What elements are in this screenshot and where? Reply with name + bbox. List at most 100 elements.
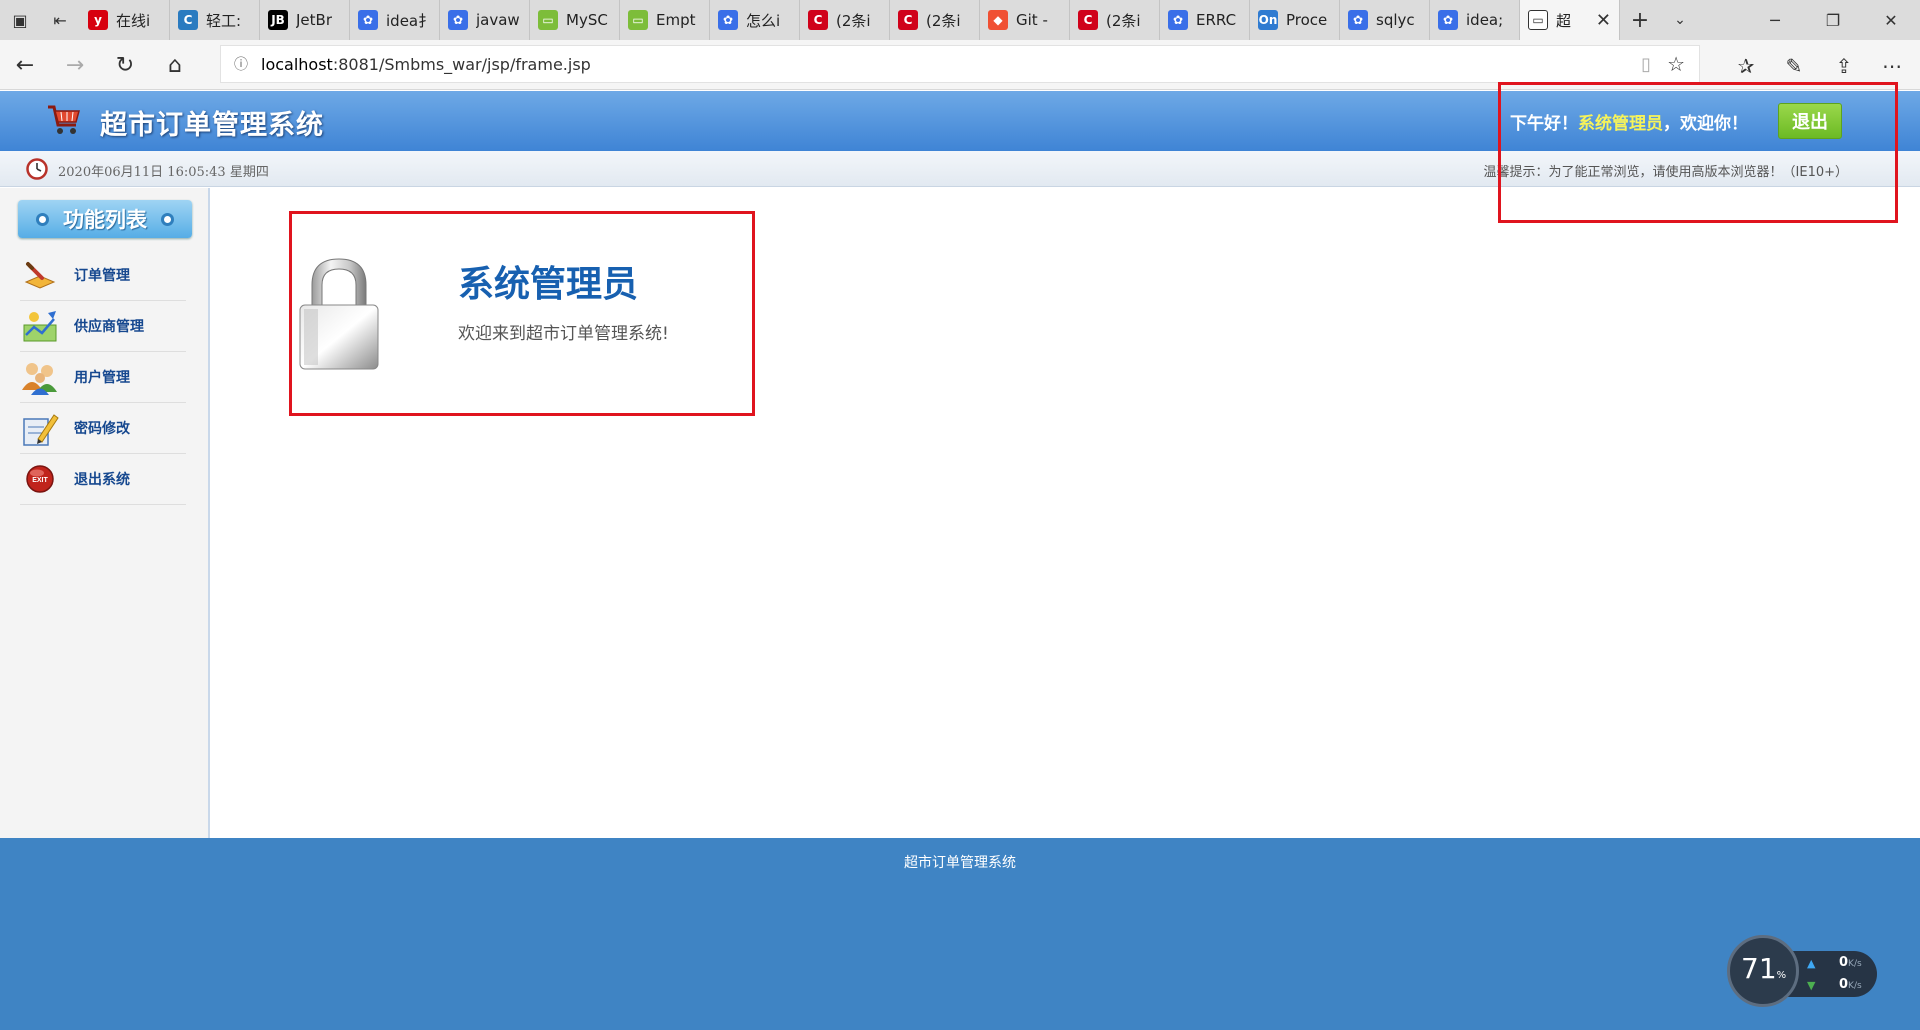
- tab-title: Empt: [656, 11, 696, 29]
- browser-tab[interactable]: ▭ Empt: [620, 0, 710, 40]
- favorite-star-icon[interactable]: ☆: [1667, 52, 1685, 76]
- function-list-heading: 功能列表: [18, 200, 192, 238]
- browser-tab[interactable]: y 在线i: [80, 0, 170, 40]
- percent-value: 71: [1741, 952, 1777, 985]
- close-tab-icon[interactable]: ✕: [1596, 10, 1611, 31]
- browser-tab[interactable]: ◆ Git -: [980, 0, 1070, 40]
- green-page-icon: ▭: [628, 10, 648, 30]
- url-host: localhost: [261, 54, 333, 74]
- jetbrains-icon: JB: [268, 10, 288, 30]
- tab-title: javaw: [476, 11, 520, 29]
- url-path: :8081/Smbms_war/jsp/frame.jsp: [332, 54, 591, 74]
- sidebar-item-label: 退出系统: [74, 472, 130, 488]
- favorites-icon[interactable]: ✰: [1732, 52, 1760, 80]
- tab-title: MySC: [566, 11, 608, 29]
- browser-tab[interactable]: ▭ MySC: [530, 0, 620, 40]
- browser-tab[interactable]: ✿ ERRC: [1160, 0, 1250, 40]
- baidu-paw-icon: ✿: [358, 10, 378, 30]
- percent-unit: %: [1776, 970, 1787, 981]
- tab-title: Git -: [1016, 11, 1048, 29]
- exit-icon: EXIT: [26, 465, 54, 493]
- download-rate: 0K/s: [1839, 977, 1862, 992]
- network-speed-widget[interactable]: 71% ▲ ▼ 0K/s 0K/s: [1727, 935, 1879, 1007]
- csdn-icon: C: [898, 10, 918, 30]
- browser-tab[interactable]: On Proce: [1250, 0, 1340, 40]
- tab-actions-icon[interactable]: ▣: [0, 0, 40, 40]
- minimize-icon[interactable]: ─: [1746, 0, 1804, 40]
- tab-list-chevron-icon[interactable]: ⌄: [1660, 0, 1700, 40]
- close-window-icon[interactable]: ✕: [1862, 0, 1920, 40]
- csdn-icon: C: [808, 10, 828, 30]
- sidebar-item-password[interactable]: 密码修改: [20, 403, 186, 454]
- active-tab-title: 超: [1556, 11, 1572, 30]
- sidebar-item-users[interactable]: 用户管理: [20, 352, 186, 403]
- sidebar-item-label: 密码修改: [74, 421, 130, 437]
- baidu-paw-icon: ✿: [1438, 10, 1458, 30]
- tab-title: idea扌: [386, 11, 431, 30]
- tab-title: (2条i: [1106, 11, 1141, 30]
- browser-tab[interactable]: JB JetBr: [260, 0, 350, 40]
- annotation-box-header: [1498, 82, 1898, 223]
- bullet-icon: [36, 212, 49, 226]
- browser-tab-strip: ▣ ⇤ y 在线i C 轻工: JB JetBr ✿ idea扌 ✿ javaw ▭ MySC ▭ Emp…: [0, 0, 1920, 40]
- tab-title: 在线i: [116, 11, 151, 30]
- bullet-icon: [161, 212, 174, 226]
- sidebar-item-orders[interactable]: 订单管理: [20, 250, 186, 301]
- sidebar-item-label: 供应商管理: [74, 319, 144, 335]
- tab-title: ERRC: [1196, 11, 1237, 29]
- site-info-icon[interactable]: ⓘ: [221, 54, 261, 74]
- browser-tab[interactable]: C 轻工:: [170, 0, 260, 40]
- new-tab-icon[interactable]: +: [1620, 0, 1660, 40]
- svg-text:EXIT: EXIT: [32, 477, 48, 484]
- forward-icon[interactable]: →: [60, 50, 90, 80]
- reading-view-icon[interactable]: ▯: [1641, 54, 1651, 75]
- share-icon[interactable]: ⇪: [1830, 52, 1858, 80]
- active-tab[interactable]: ▭ 超 ✕: [1520, 0, 1620, 40]
- page-icon: ▭: [1528, 10, 1548, 30]
- sidebar-item-label: 订单管理: [74, 268, 130, 284]
- browser-tab[interactable]: ✿ 怎么i: [710, 0, 800, 40]
- browser-tab[interactable]: ✿ javaw: [440, 0, 530, 40]
- sidebar: 功能列表 订单管理 供应商管理 用户管理 密码修改 EXIT 退出系统: [0, 188, 210, 838]
- back-icon[interactable]: ←: [10, 50, 40, 80]
- upload-value: 0: [1839, 955, 1849, 970]
- web-note-icon[interactable]: ✎: [1780, 52, 1808, 80]
- upload-unit: K/s: [1848, 959, 1862, 969]
- sidebar-item-suppliers[interactable]: 供应商管理: [20, 301, 186, 352]
- tab-title: sqlyc: [1376, 11, 1415, 29]
- memory-percent: 71%: [1741, 952, 1786, 985]
- c-blog-icon: C: [178, 10, 198, 30]
- download-unit: K/s: [1848, 981, 1862, 991]
- current-datetime: 2020年06月11日 16:05:43 星期四: [58, 165, 269, 180]
- baidu-paw-icon: ✿: [718, 10, 738, 30]
- browser-tab[interactable]: ✿ idea;: [1430, 0, 1520, 40]
- sidebar-item-exit[interactable]: EXIT 退出系统: [20, 454, 186, 505]
- supplier-icon: [23, 311, 57, 342]
- tab-title: Proce: [1286, 11, 1328, 29]
- browser-tab[interactable]: C (2条i: [890, 0, 980, 40]
- browser-tab[interactable]: C (2条i: [1070, 0, 1160, 40]
- refresh-icon[interactable]: ↻: [110, 50, 140, 80]
- browser-tab[interactable]: ✿ sqlyc: [1340, 0, 1430, 40]
- baidu-paw-icon: ✿: [1168, 10, 1188, 30]
- sidebar-heading-label: 功能列表: [63, 208, 147, 232]
- tab-title: idea;: [1466, 11, 1504, 29]
- annotation-box-card: [289, 211, 755, 416]
- csdn-icon: C: [1078, 10, 1098, 30]
- restore-icon[interactable]: ❐: [1804, 0, 1862, 40]
- download-arrow-icon: ▼: [1807, 979, 1816, 992]
- home-icon[interactable]: ⌂: [160, 50, 190, 80]
- git-icon: ◆: [988, 10, 1008, 30]
- sidebar-item-label: 用户管理: [74, 370, 130, 386]
- browser-tab[interactable]: ✿ idea扌: [350, 0, 440, 40]
- more-icon[interactable]: ⋯: [1878, 52, 1906, 80]
- set-aside-tabs-icon[interactable]: ⇤: [40, 0, 80, 40]
- processon-icon: On: [1258, 10, 1278, 30]
- shopping-cart-icon: [48, 105, 80, 134]
- browser-tab[interactable]: C (2条i: [800, 0, 890, 40]
- function-menu: 订单管理 供应商管理 用户管理 密码修改 EXIT 退出系统: [20, 250, 186, 505]
- url-input[interactable]: ⓘ localhost:8081/Smbms_war/jsp/frame.jsp…: [220, 45, 1700, 83]
- app-title: 超市订单管理系统: [100, 110, 324, 141]
- youdao-icon: y: [88, 10, 108, 30]
- download-value: 0: [1839, 977, 1849, 992]
